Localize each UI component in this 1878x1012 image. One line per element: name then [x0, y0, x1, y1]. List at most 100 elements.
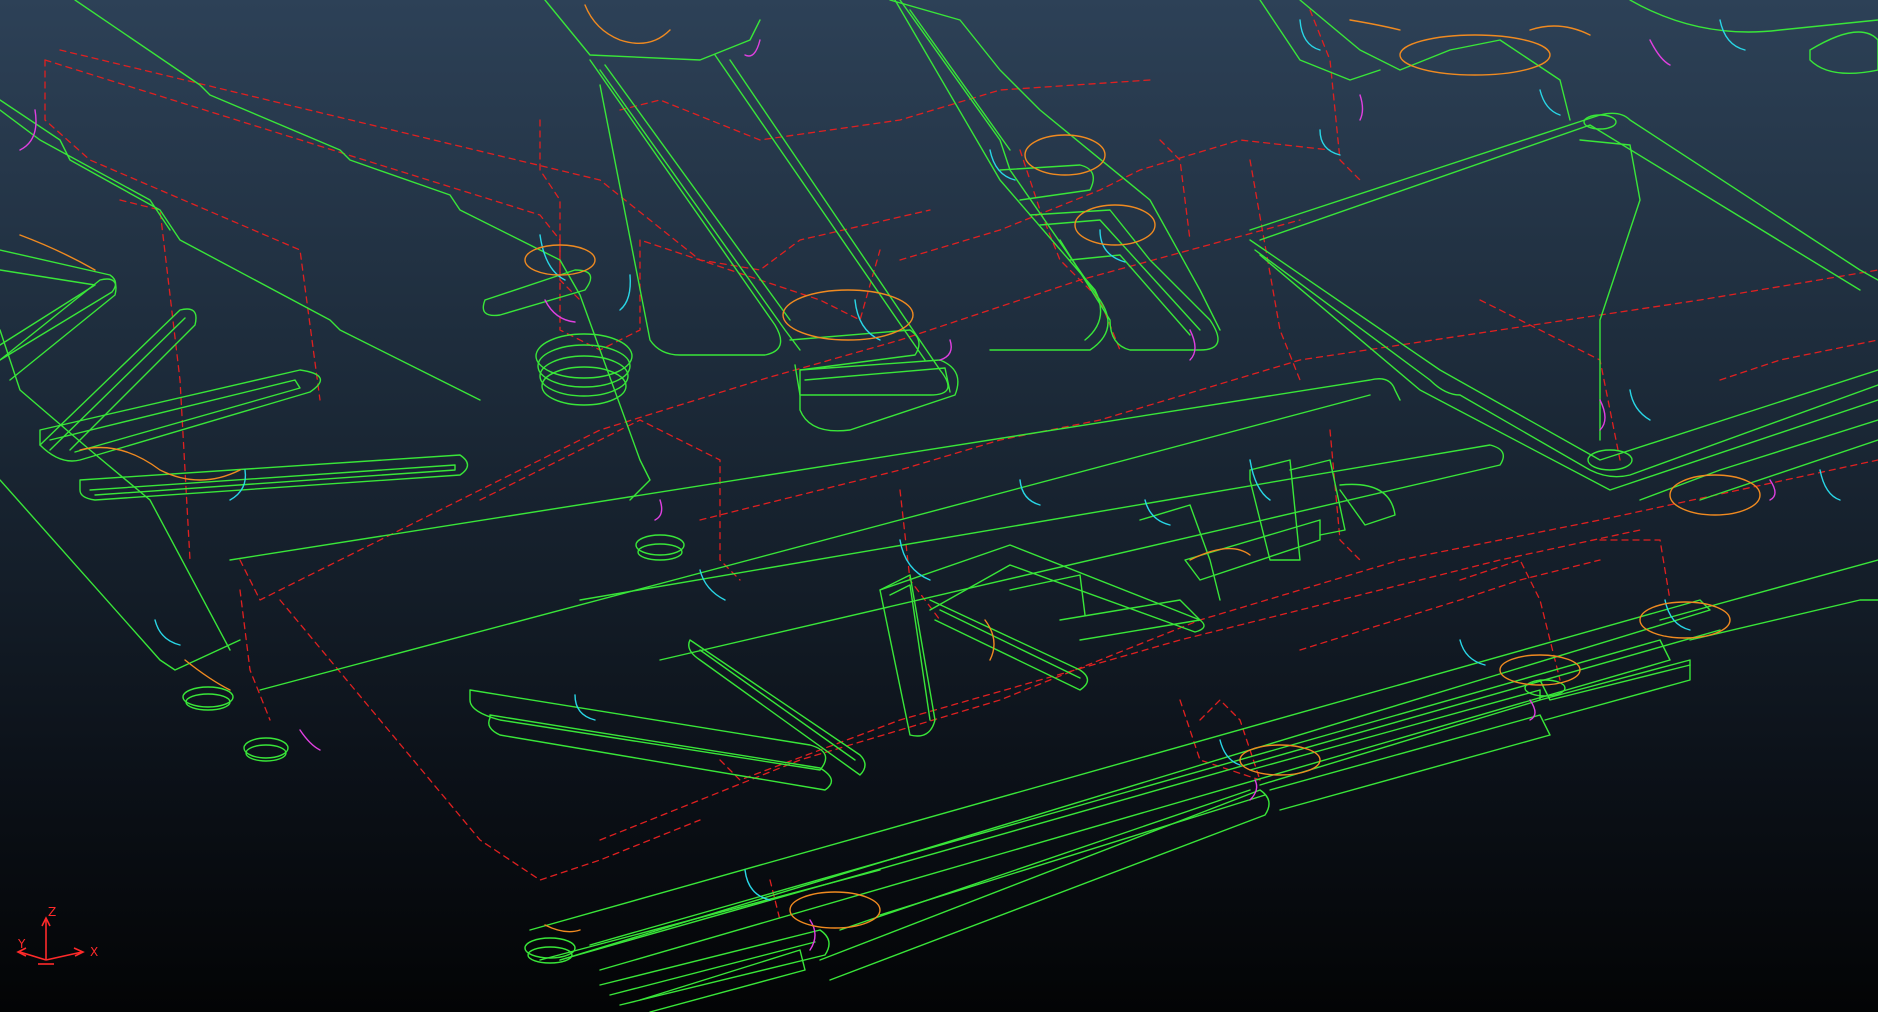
rapid-move: [1479, 299, 1621, 461]
pocket-pass: [1809, 31, 1878, 75]
rapid-move: [1309, 9, 1361, 181]
slot-pass: [529, 599, 1711, 961]
pocket-pass: [1259, 0, 1381, 81]
link-loop: [1024, 134, 1106, 176]
rapid-move: [239, 589, 271, 721]
hole-pass: [1524, 679, 1566, 697]
link-arc: [1529, 25, 1591, 36]
rapid-move: [899, 489, 941, 621]
triad-graphic: Z X Y: [16, 905, 98, 965]
pocket-pass: [1639, 419, 1878, 501]
engrave-pass: [1339, 483, 1396, 526]
slot-pass: [819, 789, 1270, 981]
slot-pass: [49, 317, 186, 451]
toolpath-scene: [0, 0, 1878, 1012]
engrave-pass: [1184, 519, 1321, 581]
slot-pass: [909, 9, 1011, 151]
circular-pocket-pass: [537, 344, 631, 388]
toolpath-contour: [0, 479, 241, 671]
lead-in-arc: [1819, 469, 1841, 501]
slot-pass: [1269, 714, 1551, 811]
rapid-move: [44, 59, 881, 351]
lead-in-arc: [744, 869, 771, 901]
rapid-move: [599, 459, 1878, 841]
link-arc: [544, 924, 581, 933]
slot-pass: [1689, 599, 1878, 641]
link-arc: [19, 234, 96, 271]
lead-in-arc: [1319, 129, 1341, 156]
hole-pass: [1583, 114, 1617, 130]
slot-pass: [894, 0, 1102, 341]
slot-pass: [804, 367, 951, 393]
pocket-pass: [1249, 239, 1878, 461]
z-axis-label: Z: [48, 905, 56, 919]
feed-moves: [0, 0, 1878, 1012]
cam-3d-viewport[interactable]: Z X Y: [0, 0, 1878, 1012]
slot-pass: [89, 464, 456, 496]
lead-in-arc: [619, 274, 631, 311]
engrave-pass: [929, 599, 1089, 691]
rapid-move: [539, 119, 581, 301]
slot-pass: [1659, 559, 1878, 621]
lead-in-arc: [989, 149, 1016, 181]
lead-out-arc: [939, 339, 952, 361]
rapid-move: [1459, 559, 1561, 681]
toolpath-contour: [0, 329, 231, 651]
link-arc: [584, 4, 671, 44]
rapid-move: [59, 49, 931, 271]
engrave-pass: [879, 544, 1205, 633]
engrave-pass: [1249, 459, 1301, 561]
pocket-pass: [1259, 124, 1861, 291]
slot-pass: [604, 64, 791, 321]
rapid-move: [239, 219, 1301, 601]
lead-out-arc: [19, 109, 37, 151]
slot-pass: [879, 794, 1266, 916]
slot-pass: [544, 0, 761, 61]
slot-pass: [1039, 219, 1201, 331]
engrave-pass: [939, 609, 1081, 679]
slot-pass: [0, 249, 117, 361]
slot-pass: [1069, 254, 1191, 336]
x-axis-label: X: [90, 945, 98, 959]
link-moves: [19, 4, 1761, 933]
slot-pass: [589, 639, 1671, 971]
rapid-move: [44, 59, 321, 401]
slot-pass: [49, 379, 301, 453]
slot-pass: [714, 54, 926, 361]
lead-in-arc: [699, 569, 726, 601]
y-axis: [19, 951, 47, 961]
toolpath-contour: [0, 109, 171, 231]
rapid-move: [1329, 429, 1361, 561]
slot-pass: [0, 278, 117, 381]
hole-pass: [635, 534, 685, 556]
rapid-move: [899, 139, 1331, 261]
lead-out-arc: [1649, 39, 1671, 66]
lead-in-moves: [154, 19, 1841, 901]
pocket-pass: [1699, 439, 1878, 501]
pocket-pass: [1259, 254, 1878, 491]
slot-pass: [1249, 689, 1541, 786]
circular-pocket-pass: [539, 355, 629, 397]
lead-out-arc: [1359, 94, 1364, 121]
link-arc: [184, 659, 231, 691]
lead-in-arc: [1539, 89, 1561, 116]
toolpath-contour: [0, 99, 481, 401]
pocket-pass: [1299, 0, 1571, 121]
toolpath-contour: [579, 444, 1504, 661]
lead-in-arc: [1299, 19, 1321, 51]
lead-out-moves: [19, 39, 1776, 951]
slot-pass: [999, 164, 1094, 201]
pocket-pass: [1629, 0, 1878, 33]
rapid-move: [1599, 539, 1671, 601]
link-arc: [1349, 19, 1401, 31]
rapid-moves: [44, 9, 1878, 921]
engrave-pass: [1059, 599, 1201, 641]
link-loop: [1074, 204, 1156, 246]
link-loop: [789, 891, 881, 929]
lead-out-arc: [744, 39, 761, 57]
link-loop: [1639, 601, 1731, 639]
lead-out-arc: [299, 729, 321, 751]
toolpath-contour: [229, 378, 1401, 561]
rapid-move: [619, 79, 1151, 141]
lead-in-arc: [1719, 19, 1746, 51]
